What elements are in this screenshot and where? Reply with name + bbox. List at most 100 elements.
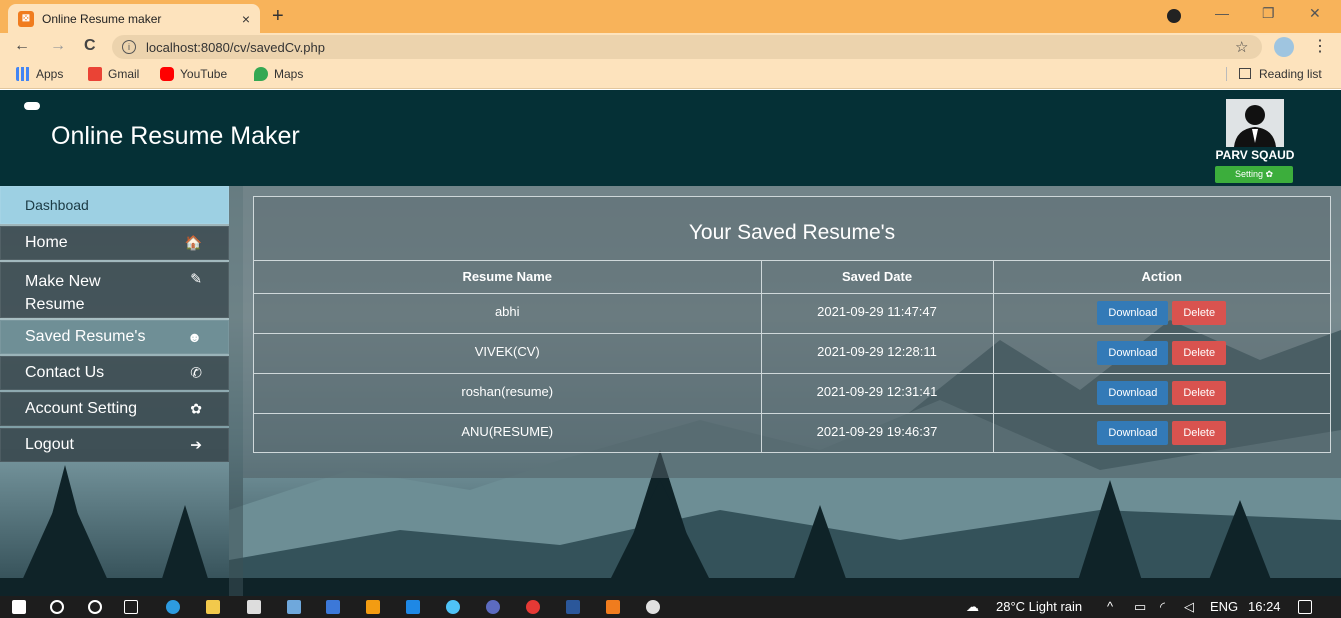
url-text[interactable]: localhost:8080/cv/savedCv.php [146,40,325,55]
tab-title: Online Resume maker [42,11,162,26]
restore-icon[interactable]: ❐ [1262,5,1275,22]
page-title: Your Saved Resume's [254,197,1330,261]
sign-out-icon: ➔ [190,436,202,453]
site-header: Online Resume Maker PARV SQAUD Setting ✿ [0,90,1341,186]
resume-name-cell: abhi [254,293,762,334]
bookmark-maps[interactable]: Maps [254,67,303,81]
download-button[interactable]: Download [1097,420,1169,445]
gmail-icon [88,67,102,81]
action-cell: Download Delete [993,293,1330,334]
search-icon[interactable] [50,600,64,614]
edge-icon[interactable] [166,600,180,614]
forward-icon[interactable]: → [50,37,66,55]
table-header-row: Resume Name Saved Date Action [254,261,1330,294]
saved-date-cell: 2021-09-29 12:31:41 [761,373,994,414]
cloud-icon [24,102,40,110]
browser-menu-icon[interactable]: ⋮ [1312,36,1328,56]
address-toolbar: ← → C i localhost:8080/cv/savedCv.php ☆ … [0,33,1341,61]
app-icon[interactable] [406,600,420,614]
sidebar-item-dashboard[interactable]: Dashboad [0,186,229,224]
download-button[interactable]: Download [1097,380,1169,405]
cortana-icon[interactable] [88,600,102,614]
minimize-icon[interactable]: — [1215,5,1229,21]
tray-chevron-icon[interactable]: ^ [1107,599,1113,614]
action-cell: Download Delete [993,413,1330,453]
maps-pin-icon [254,67,268,81]
battery-icon[interactable]: ▭ [1134,599,1146,615]
saved-date-cell: 2021-09-29 11:47:47 [761,293,994,334]
sidebar-item-home[interactable]: Home 🏠 [0,226,229,260]
browser-app-icon[interactable] [446,600,460,614]
clock[interactable]: 16:24 [1248,599,1281,614]
edit-icon: ✎ [190,270,202,287]
language-indicator[interactable]: ENG [1210,599,1238,614]
windows-start-icon[interactable] [12,600,26,614]
table-row: ANU(RESUME) 2021-09-29 19:46:37 Download… [254,413,1330,453]
download-button[interactable]: Download [1097,340,1169,365]
browser-tab[interactable]: ⊠ Online Resume maker × [8,4,260,33]
task-view-icon[interactable] [124,600,138,614]
bookmark-gmail[interactable]: Gmail [88,67,139,81]
xampp-icon[interactable] [606,600,620,614]
apps-grid-icon [16,67,30,81]
setting-button[interactable]: Setting ✿ [1215,166,1293,183]
saved-resumes-table: Resume Name Saved Date Action abhi 2021-… [254,261,1330,453]
reload-icon[interactable]: C [84,37,96,55]
home-icon: 🏠 [184,234,202,251]
user-avatar [1226,99,1284,147]
table-row: abhi 2021-09-29 11:47:47 Download Delete [254,293,1330,334]
bookmark-youtube[interactable]: YouTube [160,67,227,81]
reading-list-button[interactable]: Reading list [1226,67,1322,81]
page-viewport: Online Resume Maker PARV SQAUD Setting ✿… [0,90,1341,596]
column-header-resume-name: Resume Name [254,261,762,294]
delete-button[interactable]: Delete [1172,300,1227,325]
sidebar-item-saved-resumes[interactable]: Saved Resume's ☻ [0,320,229,354]
resume-name-cell: VIVEK(CV) [254,333,762,374]
url-bar[interactable]: i localhost:8080/cv/savedCv.php [112,35,1262,59]
new-tab-button[interactable]: + [272,5,284,28]
saved-date-cell: 2021-09-29 12:28:11 [761,333,994,374]
sidebar: Dashboad Home 🏠 Make New Resume ✎ Saved … [0,186,229,464]
eclipse-icon[interactable] [486,600,500,614]
sidebar-item-make-new-resume[interactable]: Make New Resume ✎ [0,262,229,318]
sidebar-item-contact-us[interactable]: Contact Us ✆ [0,356,229,390]
xampp-favicon-icon: ⊠ [18,10,34,27]
username: PARV SQAUD [1215,148,1295,162]
back-icon[interactable]: ← [14,37,30,55]
chrome-active-icon[interactable] [646,600,660,614]
download-button[interactable]: Download [1097,300,1169,325]
user-circle-icon: ☻ [187,329,202,345]
notification-icon[interactable] [1298,600,1312,614]
media-indicator-icon[interactable] [1167,9,1181,23]
sidebar-item-account-setting[interactable]: Account Setting ✿ [0,392,229,426]
profile-avatar[interactable] [1274,37,1294,57]
youtube-icon [160,67,174,81]
chrome-icon[interactable] [526,600,540,614]
store-icon[interactable] [247,600,261,614]
column-header-action: Action [993,261,1330,294]
weather-icon[interactable]: ☁ [966,599,979,615]
mail-icon[interactable] [326,600,340,614]
vlc-icon[interactable] [366,600,380,614]
resume-name-cell: ANU(RESUME) [254,413,762,453]
weather-text[interactable]: 28°C Light rain [996,599,1082,614]
volume-icon[interactable]: ◁ [1184,599,1194,615]
tab-close-icon[interactable]: × [242,11,250,27]
user-silhouette-icon [1234,105,1276,147]
site-info-icon[interactable]: i [122,40,136,54]
delete-button[interactable]: Delete [1172,420,1227,445]
bookmark-apps[interactable]: Apps [16,67,63,81]
phone-icon: ✆ [190,364,202,381]
bookmark-star-icon[interactable]: ☆ [1235,38,1248,56]
action-cell: Download Delete [993,373,1330,414]
action-cell: Download Delete [993,333,1330,374]
delete-button[interactable]: Delete [1172,380,1227,405]
word-icon[interactable] [566,600,580,614]
bookmarks-bar: Apps Gmail YouTube Maps Reading list [0,61,1341,89]
delete-button[interactable]: Delete [1172,340,1227,365]
window-close-icon[interactable]: ✕ [1309,5,1321,22]
app-icon[interactable] [287,600,301,614]
file-explorer-icon[interactable] [206,600,220,614]
sidebar-item-logout[interactable]: Logout ➔ [0,428,229,462]
wifi-icon[interactable]: ◜ [1160,599,1165,615]
